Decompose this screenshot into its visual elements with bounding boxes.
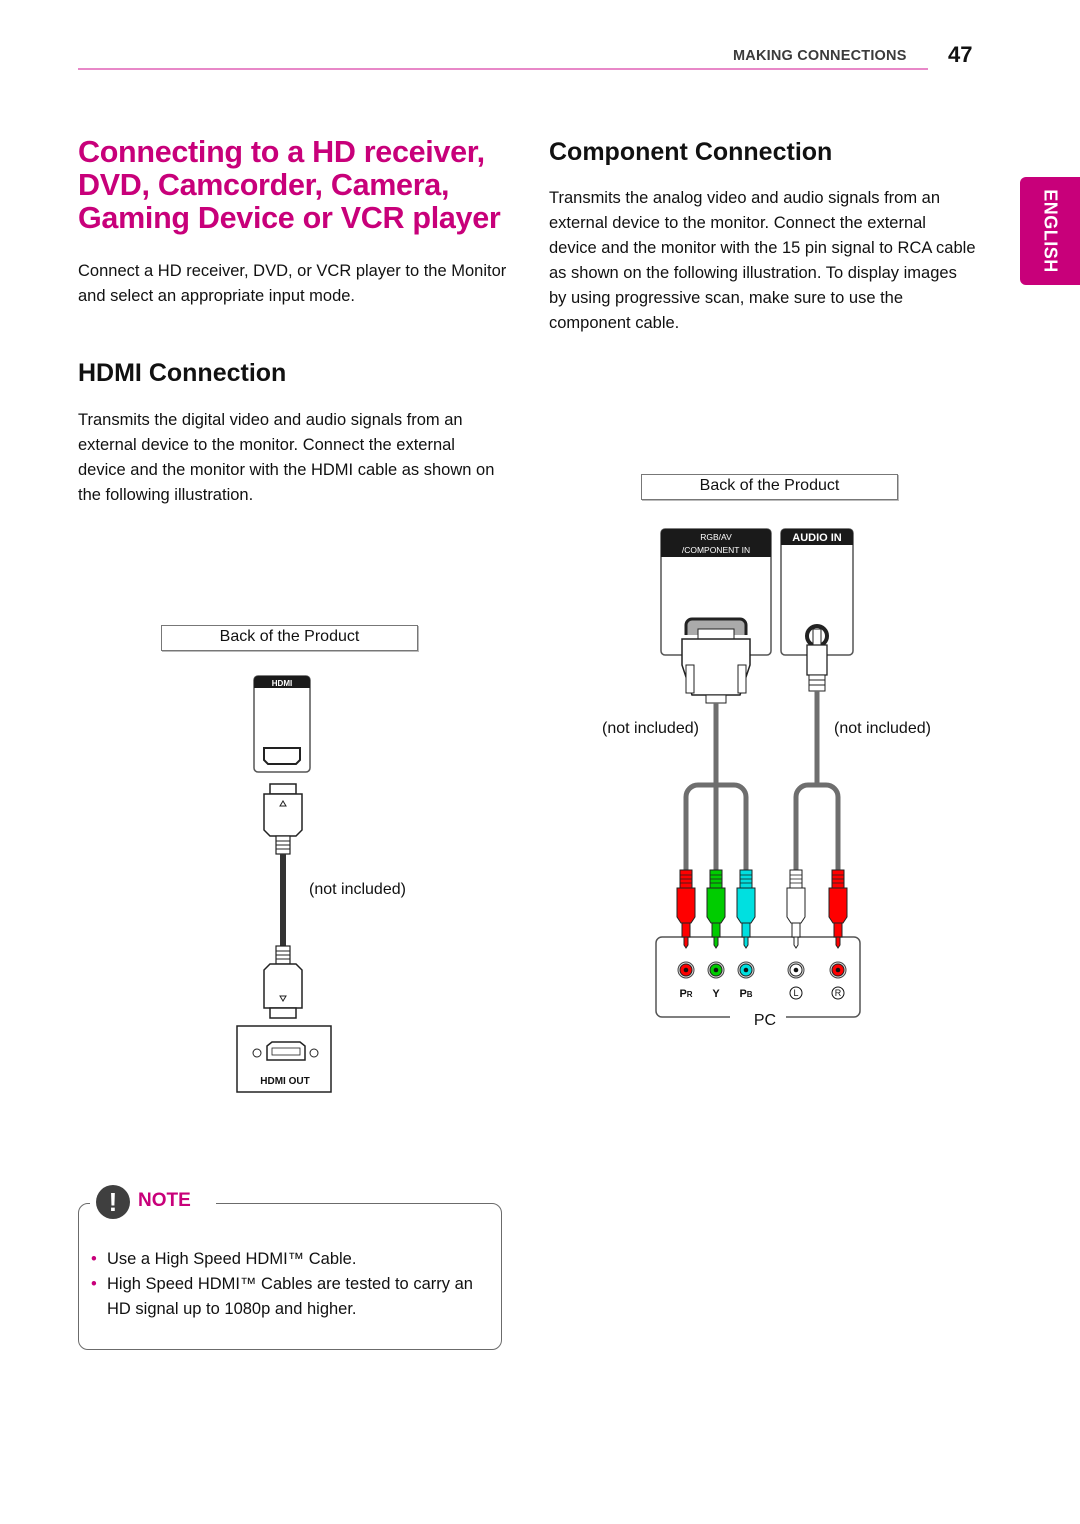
audio-in-label: AUDIO IN — [792, 532, 842, 544]
hdmi-back-of-product-label: Back of the Product — [161, 625, 418, 651]
rca-jack-y — [707, 961, 725, 979]
rca-jack-label: PB — [739, 988, 752, 1000]
rca-jack-l — [787, 961, 805, 979]
hdmi-cable — [280, 854, 286, 946]
main-title: Connecting to a HD receiver, DVD, Camcor… — [78, 135, 501, 235]
component-cables — [683, 691, 841, 870]
hdmi-port-label: HDMI — [272, 679, 292, 688]
rca-jack-pb — [737, 961, 755, 979]
rca-jack-label: R — [835, 988, 842, 998]
rca-plugs-and-jacks: PR Y PB L R — [676, 869, 848, 1000]
hdmi-heading: HDMI Connection — [78, 359, 287, 387]
note-list: Use a High Speed HDMI™ Cable. High Speed… — [90, 1247, 490, 1322]
rca-jack-label: Y — [712, 988, 720, 1000]
note-item: Use a High Speed HDMI™ Cable. — [90, 1247, 490, 1272]
rca-jack-pr — [677, 961, 695, 979]
rca-jack-label: PR — [679, 988, 692, 1000]
pc-label: PC — [754, 1012, 776, 1029]
intro-text: Connect a HD receiver, DVD, or VCR playe… — [78, 262, 507, 305]
hdmi-port-panel: HDMI — [253, 675, 311, 773]
hdmi-plug-top — [263, 783, 303, 855]
page-number: 47 — [948, 42, 973, 67]
component-heading: Component Connection — [549, 138, 833, 166]
component-text: Transmits the analog video and audio sig… — [549, 189, 976, 332]
dsub-not-included-label: (not included) — [602, 720, 699, 737]
hdmi-text: Transmits the digital video and audio si… — [78, 411, 495, 504]
rgb-port-label-line2: /COMPONENT IN — [682, 545, 750, 555]
audio-not-included-label: (not included) — [834, 720, 931, 737]
hdmi-out-panel: HDMI OUT — [236, 1025, 332, 1093]
section-title: MAKING CONNECTIONS — [733, 48, 907, 64]
component-back-of-product-label: Back of the Product — [641, 474, 898, 500]
language-tab-label: ENGLISH — [1040, 189, 1061, 273]
note-title: NOTE — [138, 1190, 191, 1211]
header-rule — [78, 68, 928, 70]
hdmi-not-included-label: (not included) — [309, 881, 406, 898]
dsub-connector — [681, 617, 751, 704]
hdmi-plug-bottom — [263, 945, 303, 1019]
language-tab: ENGLISH — [1020, 177, 1080, 285]
rgb-port-label-line1: RGB/AV — [700, 532, 732, 542]
note-item: High Speed HDMI™ Cables are tested to ca… — [90, 1272, 490, 1322]
component-diagram: RGB/AV /COMPONENT IN AUDIO IN PC PR Y PB L R — [655, 528, 861, 1029]
exclamation-icon: ! — [96, 1185, 130, 1219]
rca-jack-label: L — [793, 988, 798, 998]
rca-jack-r — [829, 961, 847, 979]
hdmi-out-label: HDMI OUT — [260, 1076, 309, 1087]
